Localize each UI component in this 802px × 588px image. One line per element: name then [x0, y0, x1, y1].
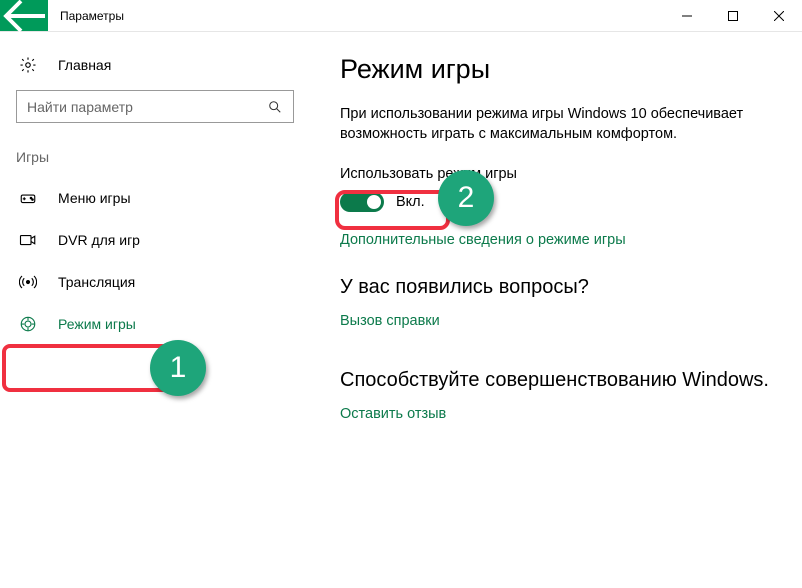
- sidebar-item-game-mode[interactable]: Режим игры: [0, 303, 310, 345]
- help-link[interactable]: Вызов справки: [340, 313, 782, 329]
- sidebar-home-label: Главная: [58, 57, 111, 73]
- toggle-label: Использовать режим игры: [340, 166, 782, 182]
- sidebar-item-label: Меню игры: [58, 190, 131, 206]
- titlebar: Параметры: [0, 0, 802, 32]
- sidebar-item-label: Режим игры: [58, 316, 136, 332]
- feedback-heading: Способствуйте совершенствованию Windows.: [340, 369, 782, 392]
- page-title: Режим игры: [340, 54, 782, 85]
- back-button[interactable]: [0, 0, 48, 31]
- game-mode-toggle[interactable]: [340, 192, 384, 212]
- sidebar-item-label: DVR для игр: [58, 232, 140, 248]
- game-bar-icon: [16, 189, 40, 207]
- dvr-icon: [16, 231, 40, 249]
- sidebar-item-label: Трансляция: [58, 274, 135, 290]
- search-icon[interactable]: [257, 100, 293, 114]
- maximize-button[interactable]: [710, 0, 756, 31]
- toggle-state-text: Вкл.: [396, 194, 425, 210]
- game-mode-icon: [16, 315, 40, 333]
- sidebar: Главная Игры: [0, 32, 310, 588]
- more-info-link[interactable]: Дополнительные сведения о режиме игры: [340, 232, 782, 248]
- search-input[interactable]: [17, 99, 257, 115]
- broadcast-icon: [16, 273, 40, 291]
- feedback-link[interactable]: Оставить отзыв: [340, 406, 782, 422]
- close-button[interactable]: [756, 0, 802, 31]
- sidebar-item-broadcast[interactable]: Трансляция: [0, 261, 310, 303]
- sidebar-group-header: Игры: [0, 141, 310, 177]
- search-box[interactable]: [16, 90, 294, 123]
- toggle-knob: [367, 195, 381, 209]
- window-title: Параметры: [48, 0, 664, 31]
- minimize-button[interactable]: [664, 0, 710, 31]
- sidebar-item-dvr[interactable]: DVR для игр: [0, 219, 310, 261]
- window-controls: [664, 0, 802, 31]
- content-area: Режим игры При использовании режима игры…: [310, 32, 802, 588]
- sidebar-item-game-bar[interactable]: Меню игры: [0, 177, 310, 219]
- gear-icon: [16, 56, 40, 74]
- sidebar-home[interactable]: Главная: [0, 46, 310, 84]
- questions-heading: У вас появились вопросы?: [340, 276, 782, 299]
- page-description: При использовании режима игры Windows 10…: [340, 105, 760, 144]
